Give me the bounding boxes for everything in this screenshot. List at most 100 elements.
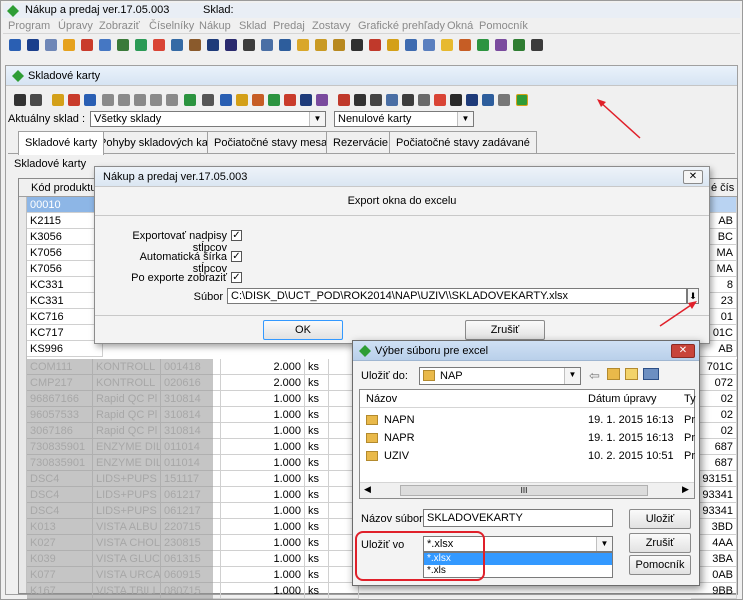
file-name-input[interactable]: SKLADOVEKARTY bbox=[423, 509, 613, 527]
pencil-icon[interactable] bbox=[153, 39, 165, 51]
horizontal-scrollbar[interactable]: ◀ III ▶ bbox=[360, 482, 694, 498]
col-right-header[interactable]: é čís bbox=[711, 182, 734, 194]
total-icon[interactable] bbox=[338, 94, 350, 106]
print-setup-icon[interactable] bbox=[354, 94, 366, 106]
printer-icon[interactable] bbox=[370, 94, 382, 106]
tools-small-icon[interactable] bbox=[498, 94, 510, 106]
next-record-icon[interactable] bbox=[150, 94, 162, 106]
exit-icon[interactable] bbox=[9, 39, 21, 51]
building-small-icon[interactable] bbox=[418, 94, 430, 106]
tab-skladove-karty[interactable]: Skladové karty bbox=[18, 131, 105, 155]
tools-icon[interactable] bbox=[171, 39, 183, 51]
new-folder-icon[interactable] bbox=[625, 368, 638, 380]
table-icon[interactable] bbox=[279, 39, 291, 51]
browse-icon[interactable]: ⬇ bbox=[687, 288, 699, 304]
file-cancel-button[interactable]: Zrušiť bbox=[629, 533, 691, 553]
col-type-header[interactable]: Ty bbox=[684, 393, 696, 405]
chart-icon[interactable] bbox=[207, 39, 219, 51]
stats-icon[interactable] bbox=[252, 94, 264, 106]
lock-icon[interactable] bbox=[27, 39, 39, 51]
box-arrow-icon[interactable] bbox=[315, 39, 327, 51]
columns-icon[interactable] bbox=[402, 94, 414, 106]
prev-page-icon[interactable] bbox=[118, 94, 130, 106]
calc-icon[interactable] bbox=[236, 94, 248, 106]
scroll-thumb[interactable]: III bbox=[400, 485, 648, 496]
save-button[interactable]: Uložiť bbox=[629, 509, 691, 529]
menu-ciselniky[interactable]: Číselníky bbox=[149, 20, 194, 32]
save-type-arrow-icon[interactable]: ▼ bbox=[596, 537, 612, 551]
lookup-icon[interactable] bbox=[220, 94, 232, 106]
col-date-header[interactable]: Dátum úpravy bbox=[588, 393, 656, 405]
scroll-right-icon[interactable]: ▶ bbox=[682, 484, 689, 495]
barcode-icon[interactable] bbox=[466, 94, 478, 106]
col-kod-header[interactable]: Kód produktu bbox=[31, 182, 96, 194]
menu-zobrazit[interactable]: Zobraziť bbox=[99, 20, 140, 32]
file-dialog-close-icon[interactable]: ✕ bbox=[671, 344, 695, 358]
first-record-icon[interactable] bbox=[102, 94, 114, 106]
grid-small-icon[interactable] bbox=[531, 39, 543, 51]
opt-zobrazit-checkbox[interactable]: ✓ bbox=[231, 272, 242, 283]
excel-export-icon[interactable] bbox=[516, 94, 528, 106]
last-record-icon[interactable] bbox=[166, 94, 178, 106]
menu-graficke-prehlady[interactable]: Grafické prehľady bbox=[358, 20, 445, 32]
arrow-icon[interactable] bbox=[513, 39, 525, 51]
truck-icon[interactable] bbox=[81, 39, 93, 51]
group-icon[interactable] bbox=[316, 94, 328, 106]
menu-okna[interactable]: Okná bbox=[447, 20, 473, 32]
opt-sirka-checkbox[interactable]: ✓ bbox=[231, 251, 242, 262]
sklad-select-arrow-icon[interactable]: ▼ bbox=[309, 112, 325, 126]
file-list-item[interactable]: UZIV 10. 2. 2015 10:51 Pr bbox=[360, 448, 695, 465]
file-list-item[interactable]: NAPR 19. 1. 2015 16:13 Pr bbox=[360, 430, 695, 447]
folder-icon[interactable] bbox=[441, 39, 453, 51]
column-icon[interactable] bbox=[300, 94, 312, 106]
menu-pomocnik[interactable]: Pomocník bbox=[479, 20, 528, 32]
close-icon[interactable]: ✕ bbox=[683, 170, 703, 184]
tab-rezervacie[interactable]: Rezervácie bbox=[326, 131, 396, 153]
export-cancel-button[interactable]: Zrušiť bbox=[465, 320, 545, 340]
list-icon[interactable] bbox=[243, 39, 255, 51]
menu-nakup[interactable]: Nákup bbox=[199, 20, 231, 32]
filter-icon[interactable] bbox=[52, 94, 64, 106]
filter-clear-icon[interactable] bbox=[68, 94, 80, 106]
calendar-icon[interactable] bbox=[477, 39, 489, 51]
globe-icon[interactable] bbox=[135, 39, 147, 51]
box-icon[interactable] bbox=[297, 39, 309, 51]
building-icon[interactable] bbox=[63, 39, 75, 51]
monitor-icon[interactable] bbox=[405, 39, 417, 51]
menu-program[interactable]: Program bbox=[8, 20, 50, 32]
tab-pociatocne-zadavane[interactable]: Počiatočné stavy zadávané bbox=[389, 131, 537, 153]
scroll-left-icon[interactable]: ◀ bbox=[364, 484, 371, 495]
prev-record-icon[interactable] bbox=[134, 94, 146, 106]
form-icon[interactable] bbox=[386, 94, 398, 106]
chart-bar-icon[interactable] bbox=[459, 39, 471, 51]
help-button[interactable]: Pomocník bbox=[629, 555, 691, 575]
menu-upravy[interactable]: Úpravy bbox=[58, 20, 93, 32]
package-icon[interactable] bbox=[387, 39, 399, 51]
card-icon[interactable] bbox=[99, 39, 111, 51]
col-name-header[interactable]: Názov bbox=[366, 393, 397, 405]
calendar-small-icon[interactable] bbox=[482, 94, 494, 106]
chart-line-icon[interactable] bbox=[268, 94, 280, 106]
refresh-icon[interactable] bbox=[184, 94, 196, 106]
file-list-item[interactable]: NAPN 19. 1. 2015 16:13 Pr bbox=[360, 412, 695, 429]
box-stack-icon[interactable] bbox=[333, 39, 345, 51]
back-icon[interactable]: ⇦ bbox=[589, 368, 600, 384]
print-icon[interactable] bbox=[14, 94, 26, 106]
grid-icon[interactable] bbox=[225, 39, 237, 51]
book-small-icon[interactable] bbox=[450, 94, 462, 106]
flag-icon[interactable] bbox=[284, 94, 296, 106]
save-in-arrow-icon[interactable]: ▼ bbox=[564, 368, 580, 384]
subor-path-input[interactable]: C:\DISK_D\UCT_POD\ROK2014\NAP\UZIV\\SKLA… bbox=[227, 288, 687, 304]
sum-icon[interactable] bbox=[202, 94, 214, 106]
database-icon[interactable] bbox=[423, 39, 435, 51]
cross-icon[interactable] bbox=[434, 94, 446, 106]
save-in-select[interactable]: NAP ▼ bbox=[419, 367, 581, 385]
sklad-select[interactable]: Všetky sklady ▼ bbox=[90, 111, 326, 127]
filter-select-arrow-icon[interactable]: ▼ bbox=[457, 112, 473, 126]
doc-icon[interactable] bbox=[351, 39, 363, 51]
mail-icon[interactable] bbox=[45, 39, 57, 51]
menu-zostavy[interactable]: Zostavy bbox=[312, 20, 351, 32]
filter-select[interactable]: Nenulové karty ▼ bbox=[334, 111, 474, 127]
pen-icon[interactable] bbox=[369, 39, 381, 51]
ok-button[interactable]: OK bbox=[263, 320, 343, 340]
